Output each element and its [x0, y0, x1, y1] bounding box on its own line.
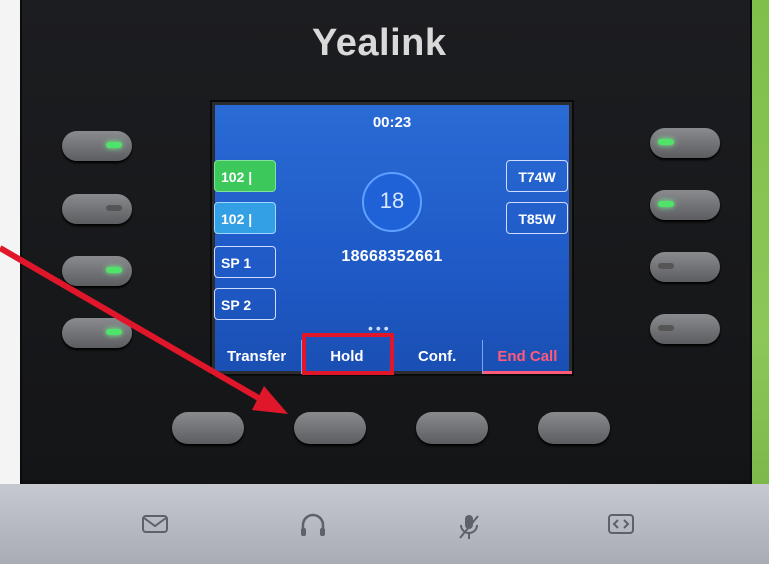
annotation-arrow — [0, 245, 288, 414]
